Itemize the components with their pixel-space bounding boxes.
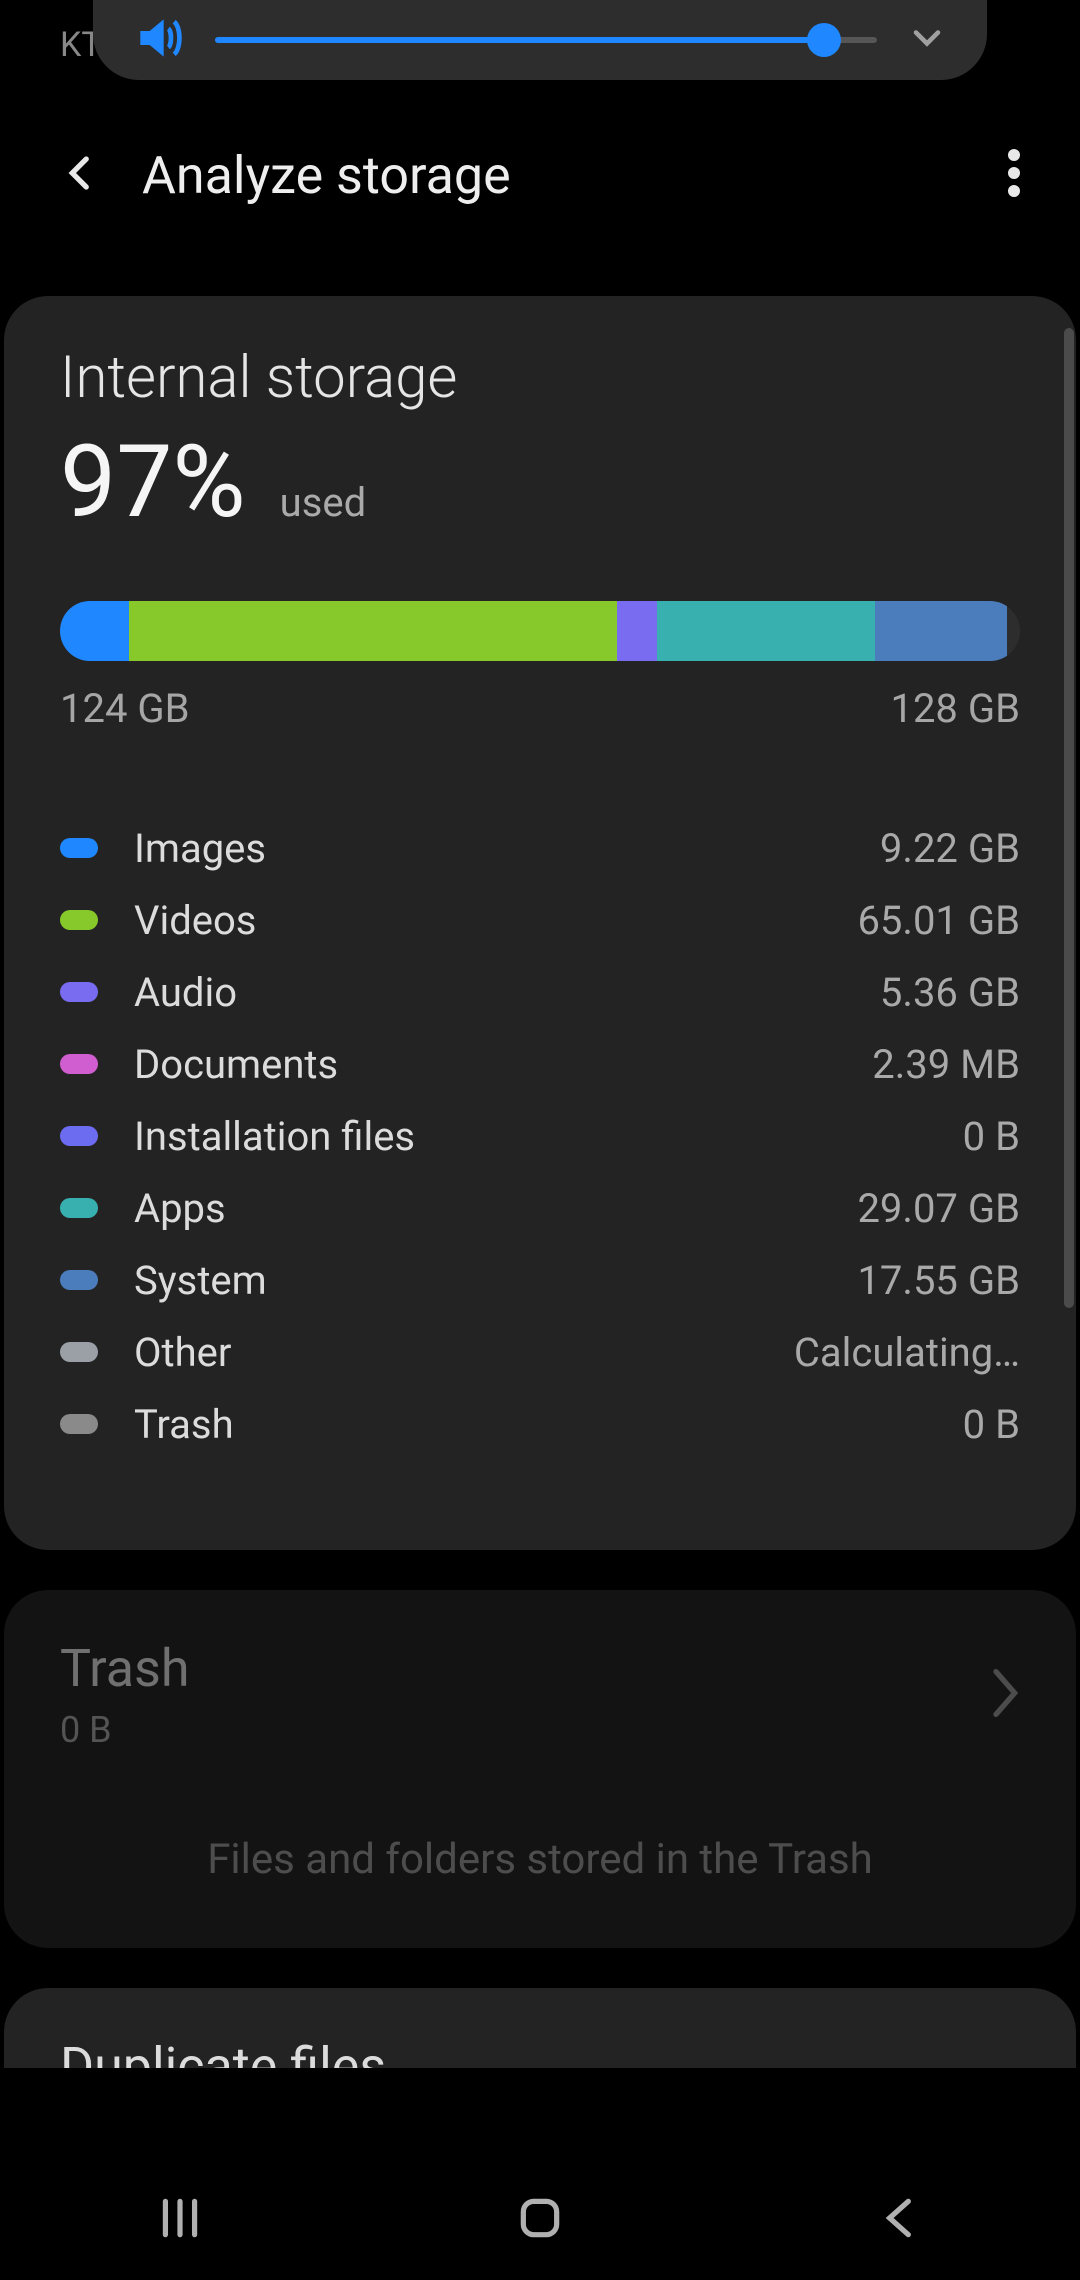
- storage-title: Internal storage: [60, 344, 1020, 412]
- category-label: Trash: [134, 1401, 963, 1448]
- category-value: 17.55 GB: [857, 1257, 1020, 1304]
- category-label: System: [134, 1257, 857, 1304]
- storage-bar-labels: 124 GB 128 GB: [60, 685, 1020, 732]
- category-color-icon: [60, 838, 98, 858]
- category-value: 0 B: [963, 1401, 1020, 1448]
- category-value: 0 B: [963, 1113, 1020, 1160]
- volume-slider[interactable]: [215, 37, 877, 43]
- storage-percent-row: 97% used: [60, 424, 1020, 541]
- volume-expand-button[interactable]: [905, 16, 949, 64]
- storage-percent-suffix: used: [280, 479, 366, 526]
- volume-panel: [93, 0, 987, 80]
- category-color-icon: [60, 910, 98, 930]
- more-options-button[interactable]: [1008, 149, 1020, 201]
- category-value: 5.36 GB: [880, 969, 1020, 1016]
- category-color-icon: [60, 982, 98, 1002]
- category-color-icon: [60, 1054, 98, 1074]
- category-value: 29.07 GB: [857, 1185, 1020, 1232]
- nav-back-button[interactable]: [875, 2193, 925, 2247]
- storage-used-label: 124 GB: [60, 685, 190, 732]
- trash-description: Files and folders stored in the Trash: [60, 1835, 1020, 1884]
- category-value: Calculating…: [794, 1329, 1020, 1376]
- category-value: 65.01 GB: [857, 897, 1020, 944]
- storage-category-row[interactable]: Documents2.39 MB: [60, 1028, 1020, 1100]
- category-label: Images: [134, 825, 880, 872]
- storage-bar-segment: [657, 601, 875, 661]
- app-header: Analyze storage: [0, 120, 1080, 230]
- content-scroll[interactable]: Internal storage 97% used 124 GB 128 GB …: [0, 280, 1080, 2160]
- category-color-icon: [60, 1198, 98, 1218]
- volume-thumb[interactable]: [807, 23, 841, 57]
- system-nav-bar: [0, 2160, 1080, 2280]
- duplicate-files-title: Duplicate files: [60, 2036, 1020, 2068]
- storage-category-row[interactable]: System17.55 GB: [60, 1244, 1020, 1316]
- scrollbar-thumb[interactable]: [1064, 328, 1074, 1308]
- trash-size: 0 B: [60, 1709, 988, 1751]
- page-title: Analyze storage: [142, 145, 511, 206]
- recents-button[interactable]: [155, 2193, 205, 2247]
- volume-icon: [131, 10, 187, 70]
- chevron-right-icon: [988, 1666, 1020, 1724]
- storage-total-label: 128 GB: [890, 685, 1020, 732]
- home-button[interactable]: [515, 2193, 565, 2247]
- storage-category-row[interactable]: Videos65.01 GB: [60, 884, 1020, 956]
- trash-title: Trash: [60, 1638, 988, 1699]
- storage-percent: 97%: [60, 424, 246, 541]
- duplicate-files-card[interactable]: Duplicate files: [4, 1988, 1076, 2068]
- category-value: 2.39 MB: [872, 1041, 1020, 1088]
- category-label: Videos: [134, 897, 857, 944]
- category-color-icon: [60, 1126, 98, 1146]
- category-label: Apps: [134, 1185, 857, 1232]
- storage-category-row[interactable]: Trash0 B: [60, 1388, 1020, 1460]
- category-value: 9.22 GB: [880, 825, 1020, 872]
- category-color-icon: [60, 1414, 98, 1434]
- volume-fill: [215, 37, 824, 43]
- category-label: Installation files: [134, 1113, 963, 1160]
- category-label: Documents: [134, 1041, 872, 1088]
- category-label: Other: [134, 1329, 794, 1376]
- storage-category-row[interactable]: Images9.22 GB: [60, 812, 1020, 884]
- back-button[interactable]: [60, 152, 102, 198]
- storage-bar: [60, 601, 1020, 661]
- storage-category-row[interactable]: Audio5.36 GB: [60, 956, 1020, 1028]
- storage-category-row[interactable]: OtherCalculating…: [60, 1316, 1020, 1388]
- category-color-icon: [60, 1342, 98, 1362]
- storage-bar-segment: [617, 601, 657, 661]
- storage-bar-segment: [129, 601, 617, 661]
- internal-storage-card: Internal storage 97% used 124 GB 128 GB …: [4, 296, 1076, 1550]
- storage-bar-segment: [60, 601, 129, 661]
- storage-category-row[interactable]: Installation files0 B: [60, 1100, 1020, 1172]
- category-label: Audio: [134, 969, 880, 1016]
- storage-legend: Images9.22 GBVideos65.01 GBAudio5.36 GBD…: [60, 812, 1020, 1460]
- storage-category-row[interactable]: Apps29.07 GB: [60, 1172, 1020, 1244]
- category-color-icon: [60, 1270, 98, 1290]
- trash-card[interactable]: Trash 0 B Files and folders stored in th…: [4, 1590, 1076, 1948]
- storage-bar-segment: [875, 601, 1007, 661]
